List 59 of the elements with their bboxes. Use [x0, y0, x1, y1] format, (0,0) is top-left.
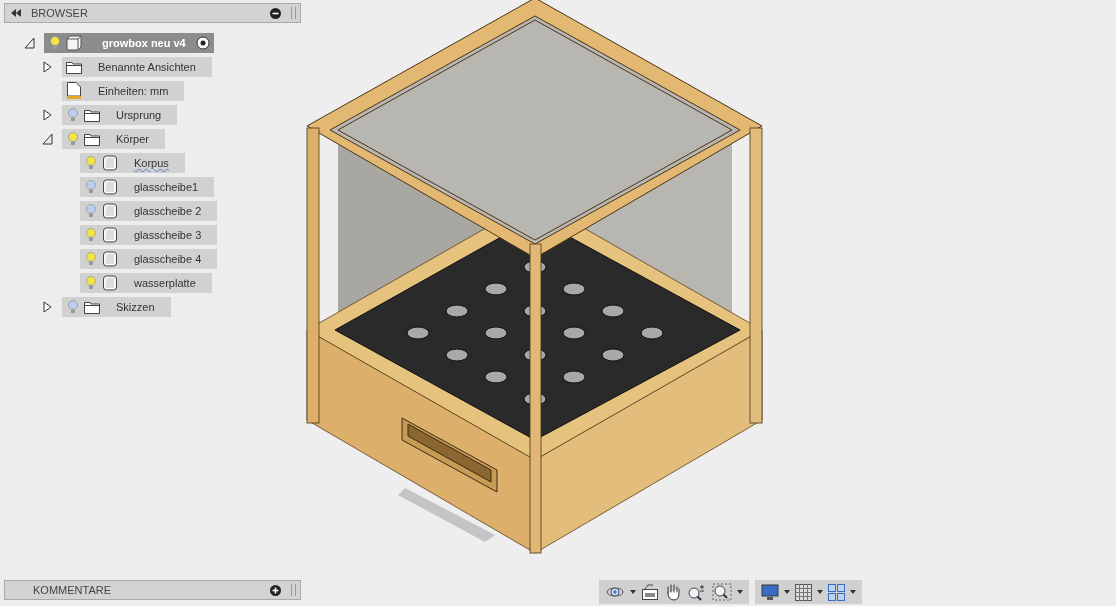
zoom-window-icon[interactable]	[712, 583, 732, 601]
expand-toggle-icon[interactable]	[42, 61, 53, 73]
zoom-icon[interactable]	[687, 583, 707, 601]
item-label: Körper	[115, 133, 151, 145]
browser-item[interactable]: Einheiten: mm	[62, 81, 185, 101]
caret-icon[interactable]	[817, 590, 823, 594]
item-label: Benannte Ansichten	[97, 61, 197, 73]
expand-toggle-icon[interactable]	[42, 109, 53, 121]
document-ruler-icon	[66, 82, 82, 100]
cylinder-icon	[102, 155, 118, 171]
light-bulb-icon[interactable]	[50, 36, 60, 50]
folder-icon	[84, 108, 100, 122]
browser-item[interactable]: Korpus	[80, 153, 185, 173]
item-label: wasserplatte	[133, 277, 197, 289]
pan-hand-icon[interactable]	[664, 583, 682, 601]
panel-title: KOMMENTARE	[32, 584, 113, 596]
folder-icon	[66, 60, 82, 74]
browser-item[interactable]: Körper	[62, 129, 166, 149]
caret-icon[interactable]	[630, 590, 636, 594]
browser-item[interactable]: Skizzen	[62, 297, 171, 317]
folder-icon	[84, 300, 100, 314]
folder-icon	[84, 132, 100, 146]
active-radio-icon[interactable]	[195, 36, 210, 50]
cylinder-icon	[102, 251, 118, 267]
item-label: glasscheibe1	[133, 181, 200, 193]
expand-toggle-icon[interactable]	[42, 133, 53, 145]
expand-toggle-icon[interactable]	[42, 301, 53, 313]
browser-item[interactable]: glasscheibe 4	[80, 249, 218, 269]
item-label: glasscheibe 3	[133, 229, 203, 241]
monitor-icon[interactable]	[761, 583, 779, 601]
expand-toggle-icon[interactable]	[24, 37, 35, 49]
cylinder-icon	[102, 179, 118, 195]
caret-icon[interactable]	[784, 590, 790, 594]
browser-item[interactable]: glasscheibe 2	[80, 201, 218, 221]
item-label: Korpus	[133, 157, 170, 169]
panel-title: BROWSER	[31, 7, 89, 19]
cube-icon	[66, 35, 82, 51]
item-label: Ursprung	[115, 109, 163, 121]
item-label: Einheiten: mm	[97, 85, 170, 97]
look-at-icon[interactable]	[641, 584, 659, 600]
item-label: growbox neu v4	[101, 37, 187, 49]
minus-icon[interactable]	[270, 7, 281, 19]
browser-item[interactable]: glasscheibe 3	[80, 225, 218, 245]
cylinder-icon	[102, 203, 118, 219]
grid-icon[interactable]	[795, 583, 812, 601]
cylinder-icon	[102, 227, 118, 243]
plus-icon[interactable]	[270, 584, 281, 596]
item-label: glasscheibe 4	[133, 253, 203, 265]
collapse-icon[interactable]	[11, 9, 21, 17]
browser-item[interactable]: Ursprung	[62, 105, 178, 125]
cylinder-icon	[102, 275, 118, 291]
caret-icon[interactable]	[850, 590, 856, 594]
caret-icon[interactable]	[737, 590, 743, 594]
browser-item[interactable]: Benannte Ansichten	[62, 57, 212, 77]
item-label: Skizzen	[115, 301, 156, 313]
browser-item[interactable]: glasscheibe1	[80, 177, 215, 197]
item-label: glasscheibe 2	[133, 205, 203, 217]
viewports-icon[interactable]	[828, 583, 845, 601]
browser-item[interactable]: wasserplatte	[80, 273, 212, 293]
